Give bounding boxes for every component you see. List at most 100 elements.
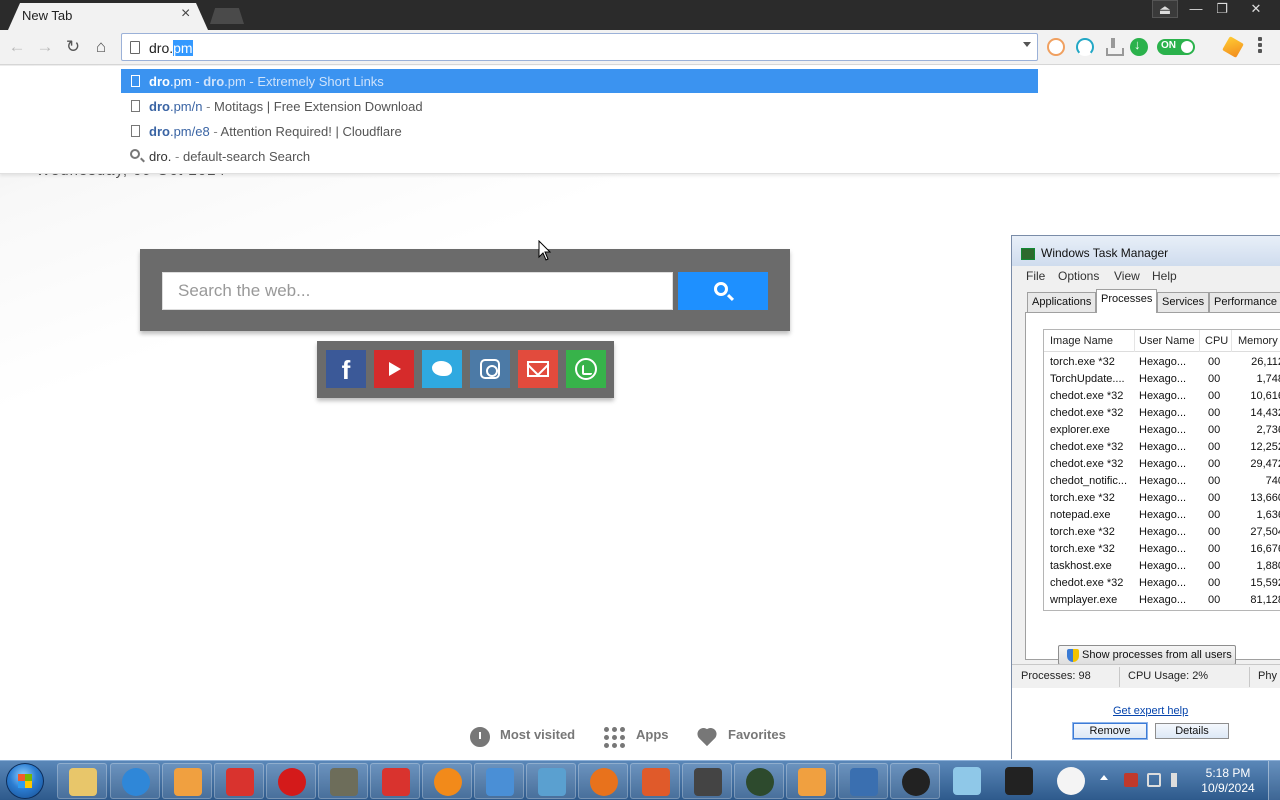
- taskbar-app-users[interactable]: [526, 763, 576, 799]
- reload-button[interactable]: ↻: [62, 36, 84, 58]
- remove-button[interactable]: Remove: [1073, 723, 1147, 739]
- system-clock[interactable]: 5:18 PM 10/9/2024: [1198, 766, 1258, 796]
- table-row[interactable]: chedot.exe *32 Hexago... 00 15,592: [1044, 575, 1280, 592]
- taskbar-app-terminal[interactable]: [734, 763, 784, 799]
- menu-options[interactable]: Options: [1058, 269, 1099, 283]
- suggestion-row[interactable]: dro.pm/e8 - Attention Required! | Cloudf…: [121, 119, 1038, 143]
- table-row[interactable]: notepad.exe Hexago... 00 1,636: [1044, 507, 1280, 524]
- youtube-button[interactable]: [374, 350, 414, 388]
- minimize-button[interactable]: —: [1182, 0, 1210, 18]
- download-tray-icon[interactable]: [1104, 38, 1124, 56]
- taskbar-app-plane[interactable]: [474, 763, 524, 799]
- table-row[interactable]: chedot.exe *32 Hexago... 00 14,432: [1044, 405, 1280, 422]
- home-button[interactable]: ⌂: [90, 36, 112, 58]
- task-manager-icon: [1021, 248, 1035, 260]
- suggestion-row[interactable]: dro.pm/n - Motitags | Free Extension Dow…: [121, 94, 1038, 118]
- status-physical-memory: Phy: [1258, 670, 1277, 682]
- extension-toggle[interactable]: ON: [1157, 39, 1195, 55]
- table-row[interactable]: torch.exe *32 Hexago... 00 26,112: [1044, 354, 1280, 371]
- menu-file[interactable]: File: [1026, 269, 1045, 283]
- show-hidden-icons-icon[interactable]: [1100, 775, 1108, 780]
- tab-title[interactable]: New Tab: [22, 8, 72, 23]
- back-button[interactable]: ←: [6, 36, 28, 58]
- task-manager-titlebar[interactable]: Windows Task Manager: [1012, 236, 1280, 266]
- table-row[interactable]: chedot.exe *32 Hexago... 00 29,472: [1044, 456, 1280, 473]
- taskbar-app-sevenzip[interactable]: [890, 763, 940, 799]
- taskbar-app-torch[interactable]: [630, 763, 680, 799]
- action-center-icon[interactable]: [1124, 773, 1138, 787]
- table-row[interactable]: explorer.exe Hexago... 00 2,736: [1044, 422, 1280, 439]
- suggestion-row[interactable]: dro. - default-search Search: [121, 144, 1038, 168]
- tab-performance[interactable]: Performance: [1209, 292, 1280, 312]
- table-row[interactable]: torch.exe *32 Hexago... 00 13,660: [1044, 490, 1280, 507]
- download-manager-icon[interactable]: [1130, 37, 1148, 56]
- network-icon[interactable]: [1147, 773, 1161, 787]
- col-cpu[interactable]: CPU: [1205, 335, 1228, 347]
- show-desktop-button[interactable]: [1268, 761, 1280, 800]
- address-bar[interactable]: dro.pm: [121, 33, 1038, 61]
- taskbar-app-roblox-studio[interactable]: [370, 763, 420, 799]
- tab-close-icon[interactable]: ×: [181, 5, 190, 23]
- taskbar-app-roblox[interactable]: [214, 763, 264, 799]
- new-tab-button[interactable]: [210, 8, 244, 24]
- taskbar-app-gimp[interactable]: [318, 763, 368, 799]
- taskbar-app-opera[interactable]: [266, 763, 316, 799]
- vlc-icon: [434, 768, 462, 796]
- email-button[interactable]: [518, 350, 558, 388]
- taskbar-app-vlc[interactable]: [422, 763, 472, 799]
- table-row[interactable]: TorchUpdate.... Hexago... 00 1,748: [1044, 371, 1280, 388]
- tab-processes[interactable]: Processes: [1096, 289, 1158, 313]
- col-image-name[interactable]: Image Name: [1050, 335, 1132, 347]
- forward-button[interactable]: →: [34, 36, 56, 58]
- col-memory[interactable]: Memory (: [1238, 335, 1280, 347]
- table-row[interactable]: chedot_notific... Hexago... 00 740: [1044, 473, 1280, 490]
- suggestion-row[interactable]: dro.pm - dro.pm - Extremely Short Links: [121, 69, 1038, 93]
- table-row[interactable]: chedot.exe *32 Hexago... 00 10,616: [1044, 388, 1280, 405]
- whatsapp-button[interactable]: [566, 350, 606, 388]
- taskbar-app-firefox[interactable]: [578, 763, 628, 799]
- taskbar-app-ie[interactable]: [110, 763, 160, 799]
- taskbar-app-media-player[interactable]: [162, 763, 212, 799]
- get-expert-help-link[interactable]: Get expert help: [1113, 705, 1188, 717]
- table-row[interactable]: chedot.exe *32 Hexago... 00 12,252: [1044, 439, 1280, 456]
- taskbar-app-taskmanager[interactable]: [1046, 763, 1096, 799]
- headphones-icon[interactable]: [1076, 38, 1094, 56]
- tab-applications[interactable]: Applications: [1027, 292, 1097, 312]
- table-row[interactable]: taskhost.exe Hexago... 00 1,880: [1044, 558, 1280, 575]
- brush-extension-icon[interactable]: [1222, 36, 1244, 58]
- extension-c-icon[interactable]: [1047, 38, 1065, 56]
- taskbar-app-folder[interactable]: [57, 763, 107, 799]
- address-bar-text[interactable]: dro.pm: [149, 40, 193, 56]
- col-user-name[interactable]: User Name: [1139, 335, 1195, 347]
- ie-icon: [122, 768, 150, 796]
- show-all-processes-button[interactable]: Show processes from all users: [1058, 645, 1236, 665]
- facebook-button[interactable]: f: [326, 350, 366, 388]
- profile-button[interactable]: ⏏: [1152, 0, 1178, 18]
- omnibox-suggestions: dro.pm - dro.pm - Extremely Short Links …: [0, 66, 1280, 174]
- table-row[interactable]: wmplayer.exe Hexago... 00 81,128: [1044, 592, 1280, 609]
- twitter-button[interactable]: [422, 350, 462, 388]
- menu-view[interactable]: View: [1114, 269, 1140, 283]
- taskbar-app-angry-bird[interactable]: [682, 763, 732, 799]
- process-cpu: 00: [1208, 594, 1221, 606]
- close-window-button[interactable]: ✕: [1238, 0, 1274, 18]
- taskbar-app-globe[interactable]: [838, 763, 888, 799]
- start-button[interactable]: [6, 763, 44, 799]
- taskbar-app-sevenzip[interactable]: [994, 763, 1044, 799]
- process-user-name: Hexago...: [1139, 458, 1187, 470]
- process-list[interactable]: Image Name User Name CPU Memory ( torch.…: [1043, 329, 1280, 611]
- web-search-input[interactable]: [162, 272, 673, 310]
- table-row[interactable]: torch.exe *32 Hexago... 00 16,676: [1044, 541, 1280, 558]
- table-row[interactable]: torch.exe *32 Hexago... 00 27,504: [1044, 524, 1280, 541]
- taskbar-app-notepad-glass[interactable]: [942, 763, 992, 799]
- omnibox-dropdown-icon[interactable]: [1023, 42, 1031, 47]
- menu-help[interactable]: Help: [1152, 269, 1177, 283]
- tab-services[interactable]: Services: [1157, 292, 1210, 312]
- details-button[interactable]: Details: [1155, 723, 1229, 739]
- volume-icon[interactable]: [1171, 773, 1181, 787]
- taskbar-app-wmplayer[interactable]: [786, 763, 836, 799]
- instagram-button[interactable]: [470, 350, 510, 388]
- browser-menu-icon[interactable]: [1258, 37, 1264, 57]
- maximize-button[interactable]: ❐: [1208, 0, 1236, 18]
- web-search-button[interactable]: [678, 272, 768, 310]
